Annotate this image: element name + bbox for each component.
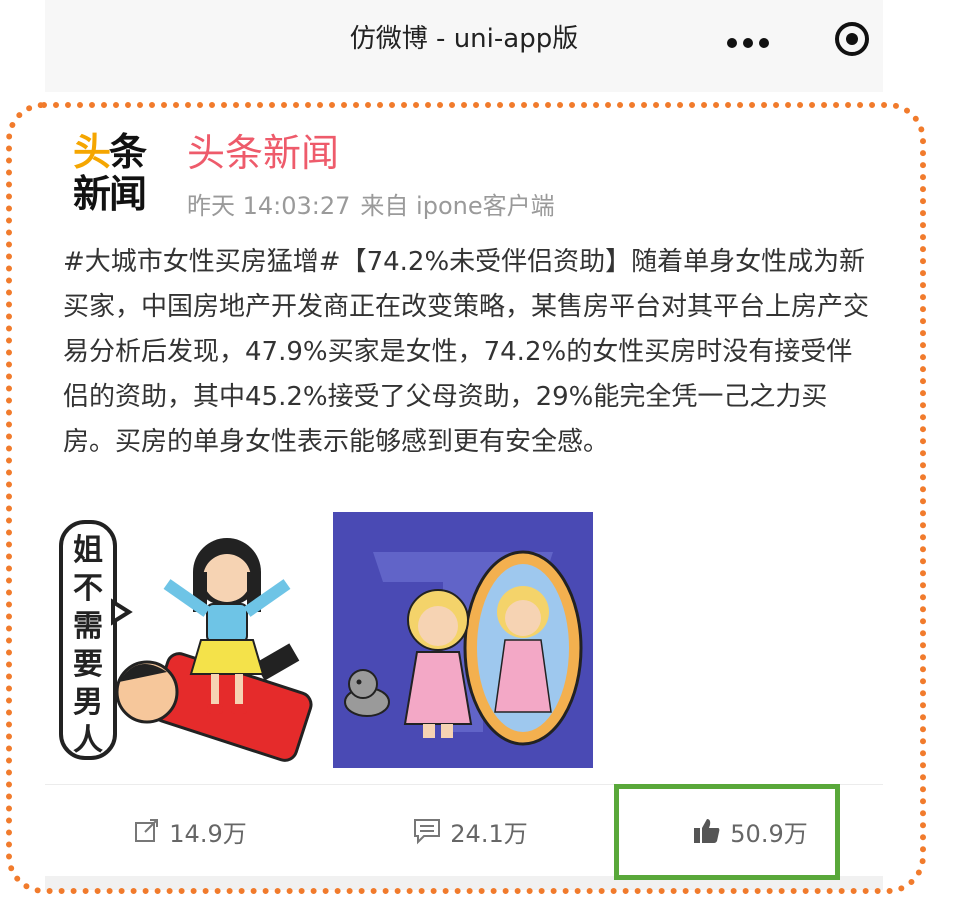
nav-capsule (713, 14, 873, 70)
record-icon[interactable] (835, 22, 869, 56)
more-icon[interactable] (727, 38, 769, 48)
nav-bar: 仿微博 - uni-app版 (45, 0, 883, 92)
highlight-frame (6, 102, 926, 894)
like-highlight-box (614, 784, 840, 880)
